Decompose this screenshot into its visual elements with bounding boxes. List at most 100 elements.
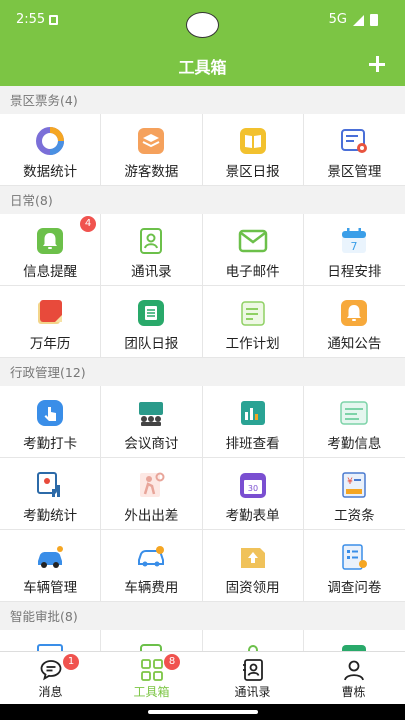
- tool-survey[interactable]: 调查问卷: [303, 530, 405, 602]
- tool-schedule[interactable]: 7 日程安排: [303, 214, 405, 286]
- add-plus-icon[interactable]: [369, 56, 385, 72]
- tool-label: 考勤打卡: [23, 436, 78, 452]
- book-icon: [239, 128, 266, 154]
- tool-scenic-daily[interactable]: 景区日报: [202, 114, 304, 186]
- toolbox-content[interactable]: 景区票务(4) 数据统计 游客数据 景区日报 景区管理 日常(8) 4 信息提醒…: [0, 86, 405, 651]
- settings-list-icon: [341, 129, 368, 153]
- tool-label: 日程安排: [327, 264, 382, 280]
- tool-label: 固资领用: [225, 580, 280, 596]
- document-icon: [138, 300, 165, 326]
- tool-label: 考勤统计: [23, 508, 78, 524]
- section-title: 智能审批(8): [0, 602, 405, 630]
- app-header: 2:55 5G 工具箱: [0, 0, 405, 86]
- plan-icon: [240, 301, 265, 326]
- travel-icon: [140, 472, 165, 497]
- tab-contacts[interactable]: 通讯录: [202, 652, 303, 705]
- contact-card-icon: [140, 228, 163, 254]
- form-calendar-icon: 30: [239, 473, 266, 498]
- approval-person-icon: [247, 645, 258, 651]
- attendance-info-icon: [340, 401, 369, 425]
- tool-grid: 数据统计 游客数据 景区日报 景区管理: [0, 114, 405, 186]
- tool-label: 会议商讨: [124, 436, 179, 452]
- tool-label: 考勤表单: [225, 508, 280, 524]
- tab-toolbox[interactable]: 8 工具箱: [101, 652, 202, 705]
- svg-text:7: 7: [351, 240, 358, 253]
- network-label: 5G: [328, 12, 347, 27]
- tool-label: 景区管理: [327, 164, 382, 180]
- notice-bell-icon: [341, 300, 368, 326]
- schedule-icon: [240, 401, 265, 425]
- tool-label: 信息提醒: [23, 264, 78, 280]
- tool-data-stats[interactable]: 数据统计: [0, 114, 102, 186]
- tool-grid: [0, 630, 405, 651]
- car-cost-icon: [138, 546, 165, 567]
- tool-scenic-manage[interactable]: 景区管理: [303, 114, 405, 186]
- section-title: 日常(8): [0, 186, 405, 214]
- system-nav-bar: [0, 704, 405, 720]
- app-screen: 2:55 5G 工具箱 景区票务(4) 数据统计 游客数据 景区日报 景区管理 …: [0, 0, 405, 720]
- svg-text:¥: ¥: [348, 477, 354, 487]
- notification-badge: 4: [80, 216, 96, 232]
- tool-label: 电子邮件: [225, 264, 280, 280]
- status-time: 2:55: [16, 12, 46, 27]
- bell-icon: [37, 228, 64, 254]
- tool-label: 通知公告: [327, 336, 382, 352]
- tool-attendance-checkin[interactable]: 考勤打卡: [0, 386, 102, 458]
- tool-payslip[interactable]: ¥ 工资条: [303, 458, 405, 530]
- mail-icon: [238, 229, 267, 253]
- tool-grid: 4 信息提醒 通讯录 电子邮件 7 日程安排 万年历 团队日报 工作计划 通知公…: [0, 214, 405, 358]
- tool-contacts[interactable]: 通讯录: [101, 214, 203, 286]
- tool-attendance-info[interactable]: 考勤信息: [303, 386, 405, 458]
- tab-label: 工具箱: [133, 685, 170, 699]
- tool-approval-4[interactable]: [303, 630, 405, 651]
- section-title: 景区票务(4): [0, 86, 405, 114]
- tool-almanac[interactable]: 万年历: [0, 286, 102, 358]
- car-icon: [38, 546, 64, 568]
- tool-team-daily[interactable]: 团队日报: [101, 286, 203, 358]
- tool-vehicle-cost[interactable]: 车辆费用: [101, 530, 203, 602]
- contacts-icon: [242, 659, 263, 681]
- tap-icon: [37, 400, 64, 426]
- tab-messages[interactable]: 1 消息: [0, 652, 101, 705]
- tool-label: 数据统计: [23, 164, 78, 180]
- tool-approval-2[interactable]: [101, 630, 203, 651]
- tool-label: 外出出差: [124, 508, 179, 524]
- approval-medical-icon: [342, 645, 367, 651]
- approval-list-icon: [37, 644, 64, 651]
- tool-email[interactable]: 电子邮件: [202, 214, 304, 286]
- tool-label: 车辆管理: [23, 580, 78, 596]
- tool-label: 考勤信息: [327, 436, 382, 452]
- message-icon: [40, 660, 61, 681]
- tool-shift-view[interactable]: 排班查看: [202, 386, 304, 458]
- tool-label: 调查问卷: [327, 580, 382, 596]
- tab-label: 消息: [38, 685, 63, 699]
- tool-info-reminder[interactable]: 4 信息提醒: [0, 214, 102, 286]
- sim-icon: [49, 15, 58, 25]
- tool-vehicle-manage[interactable]: 车辆管理: [0, 530, 102, 602]
- tool-attendance-stats[interactable]: 考勤统计: [0, 458, 102, 530]
- tool-visitor-data[interactable]: 游客数据: [101, 114, 203, 186]
- svg-text:30: 30: [248, 484, 258, 493]
- salary-icon: ¥: [342, 472, 367, 498]
- message-badge: 1: [63, 654, 79, 670]
- tab-label: 曹栋: [341, 685, 366, 699]
- survey-icon: [342, 544, 368, 570]
- calendar-icon: 7: [342, 228, 367, 253]
- tool-approval-1[interactable]: [0, 630, 102, 651]
- tool-label: 团队日报: [124, 336, 179, 352]
- tool-approval-3[interactable]: [202, 630, 304, 651]
- battery-icon: [370, 14, 378, 26]
- tab-profile[interactable]: 曹栋: [303, 652, 404, 705]
- tool-label: 车辆费用: [124, 580, 179, 596]
- tool-grid: 考勤打卡 会议商讨 排班查看 考勤信息 考勤统计 外出出差 30 考勤表单 ¥ …: [0, 386, 405, 602]
- grid-icon: [140, 659, 163, 681]
- home-indicator[interactable]: [148, 710, 258, 714]
- tool-asset-claim[interactable]: 固资领用: [202, 530, 304, 602]
- toolbox-badge: 8: [164, 654, 180, 670]
- tool-meeting[interactable]: 会议商讨: [101, 386, 203, 458]
- tool-notice[interactable]: 通知公告: [303, 286, 405, 358]
- tool-business-trip[interactable]: 外出出差: [101, 458, 203, 530]
- tool-work-plan[interactable]: 工作计划: [202, 286, 304, 358]
- signal-icon: [353, 15, 364, 26]
- tool-attendance-form[interactable]: 30 考勤表单: [202, 458, 304, 530]
